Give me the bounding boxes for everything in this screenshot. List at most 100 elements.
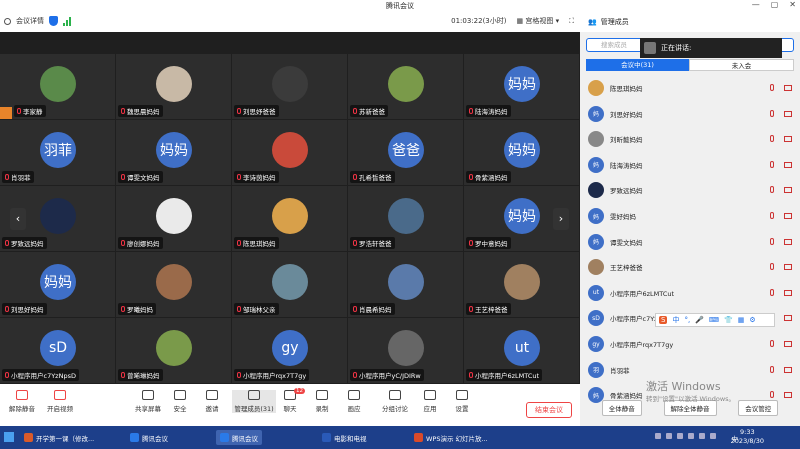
signal-icon[interactable] <box>63 16 71 26</box>
unmute-button[interactable]: 解除静音 <box>2 390 42 413</box>
taskbar-app[interactable]: 腾讯会议 <box>126 430 172 445</box>
video-tile[interactable]: 王艺梓爸爸 <box>464 252 579 317</box>
member-camera-icon[interactable] <box>784 238 792 245</box>
member-mic-icon[interactable] <box>770 237 774 245</box>
video-tile[interactable]: 廖创娜妈妈 <box>116 186 231 251</box>
video-tile[interactable]: 妈妈 骨紫涵妈妈 <box>464 120 579 185</box>
meeting-info-button[interactable]: 会议详情 <box>16 16 44 26</box>
ime-toolbar[interactable]: S 中 °, 🎤 ⌨ 👕 ▦ ⚙ <box>655 313 775 327</box>
end-meeting-button[interactable]: 结束会议 <box>526 402 572 418</box>
member-row[interactable]: 妈谭雯文妈妈 <box>580 229 800 255</box>
tab-not-joined[interactable]: 未入会 <box>689 59 794 71</box>
member-mic-icon[interactable] <box>770 288 774 296</box>
video-tile[interactable]: 妈妈 刘思好妈妈 <box>0 252 115 317</box>
video-tile[interactable]: 魏思晨妈妈 <box>116 54 231 119</box>
video-tile[interactable]: 陈思琪妈妈 <box>232 186 347 251</box>
meeting-control-button[interactable]: 会议管控 <box>738 400 779 416</box>
member-mic-icon[interactable] <box>770 340 774 347</box>
member-mic-icon[interactable] <box>770 160 774 168</box>
shield-icon[interactable] <box>49 16 58 26</box>
member-mic-icon[interactable] <box>770 84 774 91</box>
taskbar-app[interactable]: 腾讯会议 <box>216 430 262 445</box>
ime-mode[interactable]: 中 <box>672 315 679 325</box>
system-tray[interactable] <box>655 433 716 439</box>
member-avatar: 羽 <box>588 361 604 378</box>
next-page-button[interactable]: › <box>553 208 569 230</box>
mute-all-button[interactable]: 全体静音 <box>601 400 642 416</box>
fullscreen-icon[interactable]: ⛶ <box>569 17 574 26</box>
member-row[interactable]: 罗致远妈妈 <box>580 177 800 203</box>
member-camera-icon[interactable] <box>784 161 792 168</box>
member-row[interactable]: gy 小程序用户rqx7T7gy <box>580 331 800 357</box>
member-camera-icon[interactable] <box>784 366 792 373</box>
video-tile[interactable]: 苏新爸爸 <box>348 54 463 119</box>
video-tile[interactable]: 肖晨希妈妈 <box>348 252 463 317</box>
member-mic-icon[interactable] <box>770 135 774 143</box>
member-camera-icon[interactable] <box>784 187 792 194</box>
close-button[interactable]: ✕ <box>789 0 796 9</box>
member-mic-icon[interactable] <box>770 212 774 219</box>
video-tile[interactable]: 李家静 <box>0 54 115 119</box>
member-row[interactable]: 妈雯好妈妈 <box>580 203 800 229</box>
taskbar-app[interactable]: WPS演示 幻灯片放... <box>410 430 492 445</box>
sogou-icon[interactable]: S <box>659 316 668 324</box>
member-mic-icon[interactable] <box>770 365 774 373</box>
invite-button[interactable]: 邀请 <box>192 390 232 413</box>
windows-start-icon[interactable] <box>4 432 14 442</box>
settings-button[interactable]: 设置 <box>442 390 482 413</box>
member-camera-icon[interactable] <box>784 136 792 143</box>
ime-settings-icon[interactable]: ⚙ <box>749 316 755 324</box>
member-mic-icon[interactable] <box>770 263 774 271</box>
member-row[interactable]: 陈思琪妈妈 <box>580 75 800 101</box>
start-video-button[interactable]: 开启视频 <box>40 390 80 413</box>
video-tile[interactable]: 妈妈 谭雯文妈妈 <box>116 120 231 185</box>
member-row[interactable]: 妈刘思好妈妈 <box>580 101 800 127</box>
member-camera-icon[interactable] <box>784 264 792 271</box>
member-row[interactable]: 王艺梓爸爸 <box>580 254 800 280</box>
member-row[interactable]: 妈陆海涛妈妈 <box>580 152 800 178</box>
taskbar-clock[interactable]: 9:33 2023/8/30 <box>731 428 764 446</box>
taskbar-app[interactable]: 电影和电视 <box>318 430 371 445</box>
maximize-button[interactable]: ▢ <box>771 0 779 9</box>
video-tile[interactable]: 羽菲 肖羽菲 <box>0 120 115 185</box>
member-row[interactable]: 刘昕懿妈妈 <box>580 126 800 152</box>
grid-view-button[interactable]: ▦ 宫格视图 ▾ <box>517 16 560 26</box>
prev-page-button[interactable]: ‹ <box>10 208 26 230</box>
video-tile[interactable]: 李诗茵妈妈 <box>232 120 347 185</box>
minimize-button[interactable]: — <box>752 0 760 9</box>
taskbar-app[interactable]: 开学第一课（修改... <box>20 430 98 445</box>
voice-icon[interactable]: 🎤 <box>695 316 704 324</box>
video-tile[interactable]: 妈妈 陆海涛妈妈 <box>464 54 579 119</box>
video-tile[interactable]: ut 小程序用户6zLMTCut <box>464 318 579 383</box>
member-camera-icon[interactable] <box>784 213 792 219</box>
video-tile[interactable]: 罗浩轩爸爸 <box>348 186 463 251</box>
member-camera-icon[interactable] <box>784 392 792 399</box>
keyboard-icon[interactable]: ⌨ <box>709 316 719 324</box>
toolbox-icon[interactable]: ▦ <box>738 316 745 324</box>
member-camera-icon[interactable] <box>784 85 792 91</box>
skin-icon[interactable]: 👕 <box>724 316 733 324</box>
video-tile[interactable]: 邹瑞林父亲 <box>232 252 347 317</box>
member-camera-icon[interactable] <box>784 315 792 322</box>
video-tile[interactable]: 小程序用户yC/JDIRw <box>348 318 463 383</box>
video-tile[interactable]: 刘思妤爸爸 <box>232 54 347 119</box>
member-mic-icon[interactable] <box>770 109 774 117</box>
video-tile[interactable]: 爸爸 孔希皙爸爸 <box>348 120 463 185</box>
info-icon[interactable] <box>4 17 11 25</box>
video-tile[interactable]: sD 小程序用户c7YzNpsD <box>0 318 115 383</box>
member-row[interactable]: 羽肖羽菲 <box>580 357 800 383</box>
member-row[interactable]: ut 小程序用户6zLMTCut <box>580 280 800 306</box>
member-mic-icon[interactable] <box>770 391 774 399</box>
member-mic-icon[interactable] <box>770 186 774 194</box>
tab-in-meeting[interactable]: 会议中(31) <box>586 59 689 71</box>
video-tile[interactable]: gy 小程序用户rqx7T7gy <box>232 318 347 383</box>
breakout-button[interactable]: 分组讨论 <box>375 390 415 413</box>
ime-punct[interactable]: °, <box>684 316 690 324</box>
member-camera-icon[interactable] <box>784 110 792 117</box>
video-tile[interactable]: 曾唏琳妈妈 <box>116 318 231 383</box>
picture-label: 画应 <box>347 405 361 413</box>
video-tile[interactable]: 罗曦妈妈 <box>116 252 231 317</box>
picture-button[interactable]: 画应 <box>334 390 374 413</box>
member-camera-icon[interactable] <box>784 341 792 347</box>
member-camera-icon[interactable] <box>784 289 792 296</box>
